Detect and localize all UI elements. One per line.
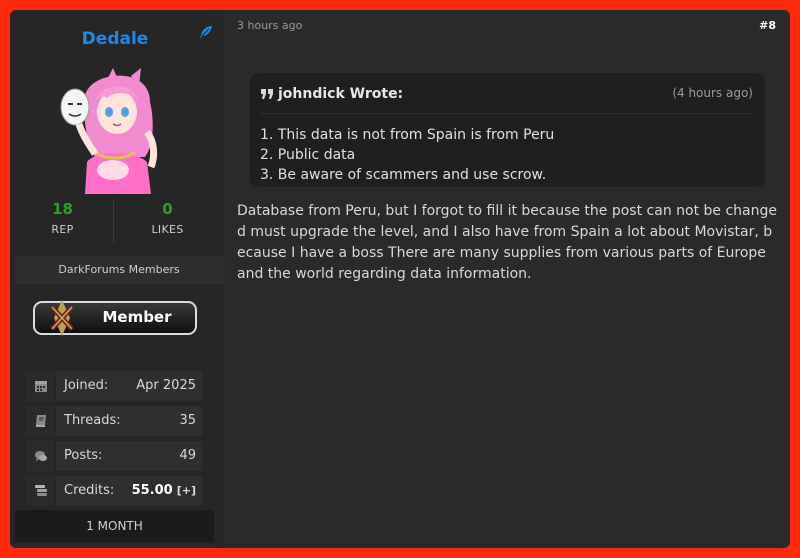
calendar-icon [35, 381, 47, 392]
username-link[interactable]: Dedale [10, 29, 220, 49]
post-body: Database from Peru, but I forgot to fill… [237, 203, 777, 282]
likes-stat[interactable]: 0 LIKES [115, 200, 220, 236]
threads-row[interactable]: Threads: 35 [26, 406, 202, 436]
joined-value: Apr 2025 [136, 378, 196, 393]
credits-value-wrap: 55.00 [+] [132, 483, 196, 498]
stat-divider [113, 199, 114, 243]
quote-line: 3. Be aware of scammers and use scrow. [260, 167, 547, 183]
joined-row: Joined: Apr 2025 [26, 371, 202, 401]
credits-value: 55.00 [131, 483, 173, 498]
user-panel: Dedale 18 REP 0 LIKES DarkForums Members… [10, 10, 223, 548]
likes-label: LIKES [151, 223, 184, 236]
quote-line: 1. This data is not from Spain is from P… [260, 127, 555, 143]
rep-stat[interactable]: 18 REP [10, 200, 115, 236]
user-stats: 18 REP 0 LIKES [10, 200, 220, 246]
avatar[interactable] [55, 62, 175, 194]
threads-label: Threads: [64, 413, 121, 428]
posts-label: Posts: [64, 448, 103, 463]
post-number-link[interactable]: #8 [759, 19, 776, 32]
comments-icon [35, 451, 47, 461]
likes-value: 0 [162, 200, 173, 218]
coins-icon [35, 485, 47, 496]
quote-time[interactable]: (4 hours ago) [672, 86, 753, 100]
threads-value: 35 [179, 413, 196, 428]
quote-author[interactable]: johndick Wrote: [278, 86, 403, 102]
user-group: DarkForums Members [15, 256, 223, 284]
post-timestamp[interactable]: 3 hours ago [237, 19, 302, 32]
rep-value: 18 [52, 200, 73, 218]
feather-icon [200, 26, 212, 38]
posts-row[interactable]: Posts: 49 [26, 441, 202, 471]
quote-icon [261, 89, 273, 99]
subscription-badge: 1 MONTH [15, 510, 214, 542]
credits-row: Credits: 55.00 [+] [26, 476, 202, 506]
credits-label: Credits: [64, 483, 115, 498]
quote-block: johndick Wrote: (4 hours ago) 1. This da… [250, 73, 765, 187]
member-badge-label: Member [102, 308, 172, 326]
quote-header: johndick Wrote: [260, 86, 403, 102]
rep-label: REP [51, 223, 74, 236]
quote-line: 2. Public data [260, 147, 356, 163]
posts-value: 49 [179, 448, 196, 463]
book-icon [36, 415, 46, 427]
joined-label: Joined: [64, 378, 109, 393]
quote-divider [260, 113, 755, 114]
post-container: Dedale 18 REP 0 LIKES DarkForums Members… [10, 10, 790, 548]
add-credits-button[interactable]: [+] [177, 484, 196, 497]
